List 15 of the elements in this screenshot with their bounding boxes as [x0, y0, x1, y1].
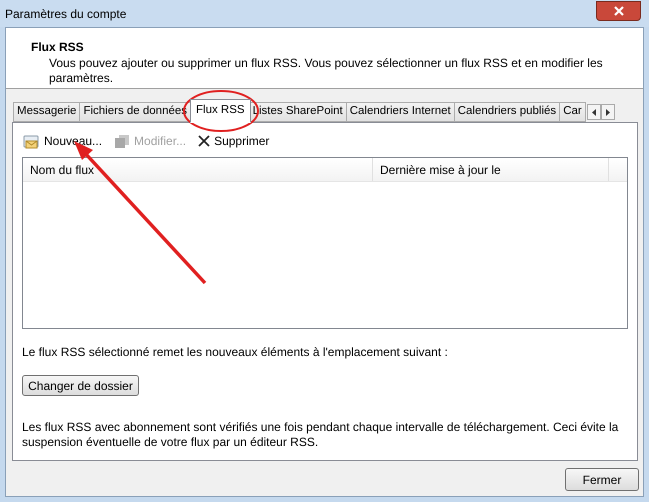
column-header[interactable]: Dernière mise à jour le	[373, 158, 609, 181]
info-text: Les flux RSS avec abonnement sont vérifiés une fois pendant chaque intervalle de téléchargement. Ceci évite la suspension éventuelle de votre flux par un éditeur RSS.	[22, 420, 620, 450]
window-title: Paramètres du compte	[5, 6, 126, 22]
tab[interactable]: Messagerie	[13, 102, 80, 122]
location-text: Le flux RSS sélectionné remet les nouveaux éléments à l'emplacement suivant :	[22, 344, 449, 361]
section-title: Flux RSS	[31, 39, 85, 56]
tab[interactable]: Flux RSS	[190, 99, 251, 123]
feed-list[interactable]: Nom du flux Dernière mise à jour le	[22, 157, 628, 329]
tab[interactable]: Car	[560, 102, 586, 122]
change-folder-button[interactable]: Changer de dossier	[22, 375, 139, 396]
close-dialog-button[interactable]: Fermer	[565, 468, 639, 491]
delete-button[interactable]: Supprimer	[198, 132, 270, 150]
section-description: Vous pouvez ajouter ou supprimer un flux RSS. Vous pouvez sélectionner un flux RSS et en modifier les paramètres.	[48, 56, 604, 86]
tab[interactable]: Calendriers publiés	[454, 102, 560, 122]
tab[interactable]: Calendriers Internet	[346, 102, 455, 122]
